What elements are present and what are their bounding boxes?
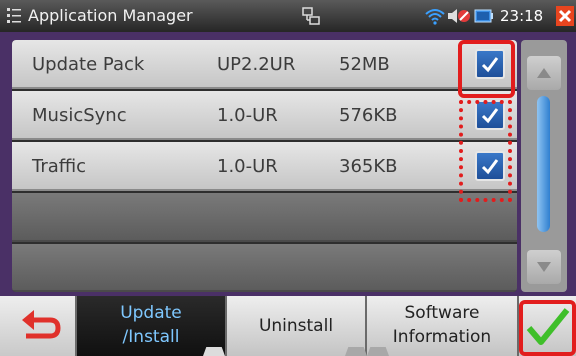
back-arrow-icon	[22, 310, 61, 339]
screen: Application Manager 23:18 Update Pack UP…	[0, 0, 576, 356]
package-list: Update Pack UP2.2UR 52MB MusicSync 1.0-U…	[12, 40, 517, 292]
app-title: Application Manager	[28, 6, 193, 25]
clock: 23:18	[500, 7, 544, 25]
bottom-bar: Update /Install Uninstall Software Infor…	[0, 296, 576, 356]
app-grid-icon	[7, 8, 21, 23]
tab-software-information[interactable]: Software Information	[367, 296, 519, 356]
package-version: 1.0-UR	[217, 156, 278, 177]
package-size: 576KB	[339, 105, 398, 126]
package-version: 1.0-UR	[217, 105, 278, 126]
arrow-up-icon	[537, 68, 551, 78]
tab-label: /Install	[122, 327, 180, 347]
back-button[interactable]	[0, 296, 77, 356]
arrow-down-icon	[537, 262, 551, 272]
tab-label: Software	[404, 303, 480, 323]
close-button[interactable]	[556, 6, 574, 26]
package-version: UP2.2UR	[217, 54, 296, 75]
package-row-traffic[interactable]: Traffic 1.0-UR 365KB	[12, 142, 517, 191]
package-row-update-pack[interactable]: Update Pack UP2.2UR 52MB	[12, 40, 517, 89]
package-name: Traffic	[32, 156, 87, 177]
tab-notch	[345, 347, 367, 356]
tab-notch	[203, 347, 225, 356]
package-size: 365KB	[339, 156, 398, 177]
scroll-up-button[interactable]	[527, 56, 561, 90]
package-size: 52MB	[339, 54, 390, 75]
status-bar: Application Manager 23:18	[0, 0, 576, 32]
scroll-thumb[interactable]	[537, 96, 550, 232]
empty-row	[12, 193, 517, 242]
scroll-down-button[interactable]	[527, 250, 561, 284]
tab-notch	[367, 347, 389, 356]
volume-icon	[448, 9, 470, 23]
confirm-button[interactable]	[519, 296, 576, 356]
network-icon	[302, 7, 320, 25]
tab-label: Uninstall	[258, 316, 334, 336]
tab-update-install[interactable]: Update /Install	[77, 296, 227, 356]
tab-uninstall[interactable]: Uninstall	[227, 296, 367, 356]
battery-icon	[474, 9, 493, 23]
package-row-musicsync[interactable]: MusicSync 1.0-UR 576KB	[12, 91, 517, 140]
checkmark-icon	[481, 108, 499, 124]
empty-row	[12, 244, 517, 292]
tab-label: Information	[392, 327, 492, 347]
package-name: MusicSync	[32, 105, 127, 126]
close-icon	[558, 9, 572, 23]
wifi-icon	[425, 9, 445, 25]
checkmark-icon	[481, 159, 499, 175]
checkmark-icon	[481, 57, 499, 73]
tab-label: Update	[120, 303, 182, 323]
package-checkbox-update-pack[interactable]	[475, 49, 505, 79]
package-checkbox-musicsync[interactable]	[475, 100, 505, 130]
checkmark-icon	[526, 308, 570, 345]
package-checkbox-traffic[interactable]	[475, 151, 505, 181]
package-name: Update Pack	[32, 54, 145, 75]
